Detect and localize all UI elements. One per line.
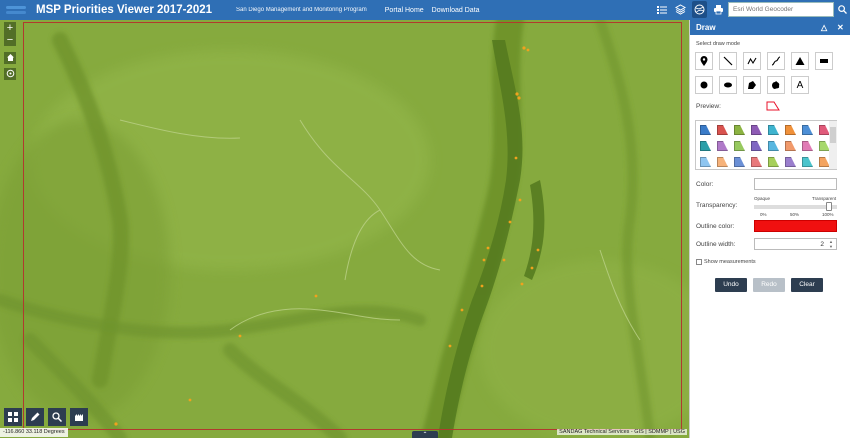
zoom-in-button[interactable]: + [4, 22, 16, 34]
symbol-scrollbar[interactable] [829, 121, 837, 169]
app-title: MSP Priorities Viewer 2017-2021 [36, 4, 213, 16]
coordinate-readout: -116.860 33.118 Degrees [0, 428, 68, 437]
draw-polyline-icon[interactable] [743, 52, 761, 70]
fill-symbol-swatch[interactable] [734, 141, 745, 151]
transparency-slider[interactable] [754, 202, 837, 211]
search-icon[interactable] [836, 2, 848, 17]
layer-list-icon[interactable] [70, 408, 88, 426]
draw-mode-grid: A [695, 52, 833, 94]
app-subtitle: San Diego Management and Monitoring Prog… [236, 7, 367, 13]
satellite-basemap [0, 20, 689, 438]
legend-icon[interactable] [654, 1, 669, 18]
fill-symbol-swatch[interactable] [751, 157, 762, 167]
fill-symbol-swatch[interactable] [734, 125, 745, 135]
close-icon[interactable]: ✕ [837, 23, 844, 32]
map-view[interactable]: + − -116.860 33.118 Degrees SANDAG Techn… [0, 20, 689, 438]
layers-icon[interactable] [673, 1, 688, 18]
collapse-icon[interactable]: △ [821, 23, 827, 32]
draw-freehand-polygon-icon[interactable] [767, 76, 785, 94]
draw-pencil-icon[interactable] [26, 408, 44, 426]
show-measurements-label: Show measurements [704, 259, 756, 265]
fill-symbol-swatch[interactable] [717, 141, 728, 151]
transparency-label: Transparency: [696, 202, 738, 209]
draw-panel: Draw △ ✕ Select draw mode A Preview: Col… [689, 20, 850, 438]
fill-symbol-swatch[interactable] [785, 125, 796, 135]
fill-symbol-swatch[interactable] [802, 141, 813, 151]
basemap-gallery-icon[interactable] [692, 1, 707, 18]
tick-50: 50% [790, 212, 800, 217]
draw-point-icon[interactable] [695, 52, 713, 70]
locate-me-icon[interactable] [4, 68, 16, 80]
draw-rectangle-icon[interactable] [815, 52, 833, 70]
fill-symbol-swatch[interactable] [802, 125, 813, 135]
clear-button[interactable]: Clear [791, 278, 823, 292]
sdmmp-logo-icon [6, 2, 28, 18]
slider-handle[interactable] [825, 202, 832, 211]
fill-symbol-swatch[interactable] [717, 125, 728, 135]
draw-line-icon[interactable] [719, 52, 737, 70]
fill-symbol-swatch[interactable] [768, 125, 779, 135]
fill-symbol-swatch[interactable] [768, 157, 779, 167]
tick-0: 0% [760, 212, 767, 217]
show-measurements-checkbox[interactable] [696, 259, 702, 265]
tick-100: 100% [822, 212, 834, 217]
outline-width-label: Outline width: [696, 241, 736, 248]
print-icon[interactable] [711, 1, 726, 18]
fill-symbol-swatch[interactable] [700, 141, 711, 151]
panel-title: Draw [696, 23, 716, 32]
outline-color-picker[interactable] [754, 220, 837, 232]
preview-label: Preview: [696, 103, 721, 110]
chevron-up-icon[interactable]: ⌃ [412, 431, 438, 438]
preview-symbol [766, 101, 780, 111]
draw-triangle-icon[interactable] [791, 52, 809, 70]
map-attribution: SANDAG Technical Services - GIS | SDMMP … [557, 429, 687, 435]
fill-color-picker[interactable] [754, 178, 837, 190]
outline-width-input[interactable]: 2 [754, 238, 837, 250]
draw-text-icon[interactable]: A [791, 76, 809, 94]
undo-button[interactable]: Undo [715, 278, 747, 292]
geocoder-search [728, 2, 834, 17]
fill-symbol-swatch[interactable] [802, 157, 813, 167]
transparency-opaque-label: Opaque [754, 196, 771, 201]
fill-symbol-swatch[interactable] [717, 157, 728, 167]
fill-symbol-swatch[interactable] [734, 157, 745, 167]
color-label: Color: [696, 181, 714, 188]
spinner-arrows-icon[interactable]: ▲ ▼ [829, 239, 833, 249]
download-data-link[interactable]: Download Data [432, 7, 480, 14]
portal-home-link[interactable]: Portal Home [385, 7, 424, 14]
home-extent-icon[interactable] [4, 52, 16, 64]
fill-symbol-swatch[interactable] [700, 125, 711, 135]
select-mode-label: Select draw mode [696, 41, 741, 47]
fill-symbol-swatch[interactable] [751, 125, 762, 135]
draw-freehand-polyline-icon[interactable] [767, 52, 785, 70]
zoom-out-button[interactable]: − [4, 34, 16, 46]
fill-symbol-swatch[interactable] [768, 141, 779, 151]
app-header: MSP Priorities Viewer 2017-2021 San Dieg… [0, 0, 850, 20]
symbol-palette [695, 120, 837, 170]
draw-polygon-icon[interactable] [743, 76, 761, 94]
magnify-icon[interactable] [48, 408, 66, 426]
transparency-transparent-label: Transparent [812, 196, 837, 201]
draw-ellipse-icon[interactable] [719, 76, 737, 94]
draw-circle-icon[interactable] [695, 76, 713, 94]
fill-symbol-swatch[interactable] [785, 157, 796, 167]
fill-symbol-swatch[interactable] [751, 141, 762, 151]
draw-panel-header: Draw △ ✕ [690, 20, 850, 35]
fill-symbol-swatch[interactable] [785, 141, 796, 151]
app-grid-icon[interactable] [4, 408, 22, 426]
search-input[interactable] [729, 6, 819, 13]
redo-button[interactable]: Redo [753, 278, 785, 292]
fill-symbol-swatch[interactable] [700, 157, 711, 167]
outline-color-label: Outline color: [696, 223, 735, 230]
